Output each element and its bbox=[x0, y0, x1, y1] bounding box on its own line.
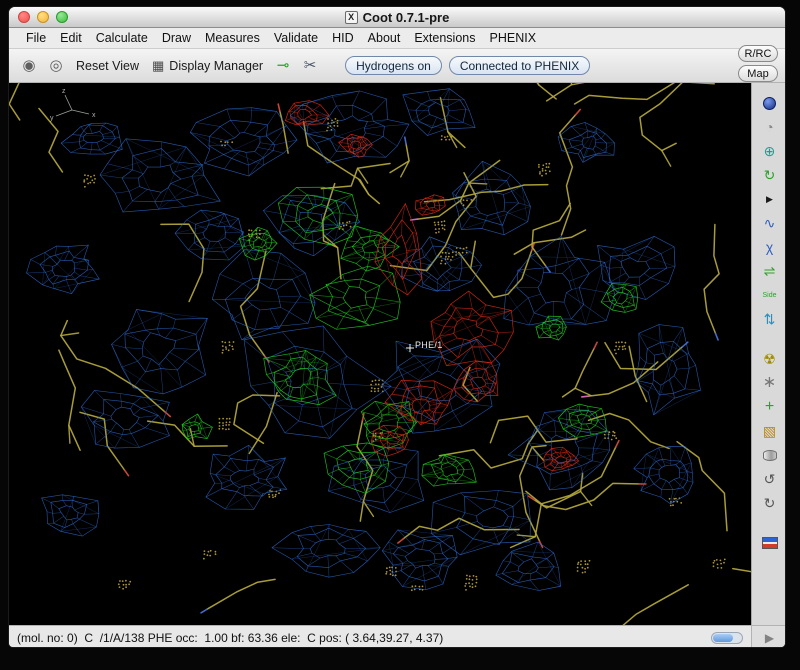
menu-item-phenix[interactable]: PHENIX bbox=[483, 28, 544, 48]
picked-atom-label: PHE/1 bbox=[415, 340, 443, 350]
radiation-damage-icon[interactable]: ☢ bbox=[755, 347, 785, 371]
menu-item-file[interactable]: File bbox=[19, 28, 53, 48]
menu-item-calculate[interactable]: Calculate bbox=[89, 28, 155, 48]
menu-item-hid[interactable]: HID bbox=[325, 28, 361, 48]
display-manager-icon: ▦ bbox=[152, 58, 164, 74]
toolbar-separator bbox=[752, 331, 786, 347]
window-title: Coot 0.7.1-pre bbox=[363, 10, 450, 25]
toolbar-overflow-button[interactable]: ▶ bbox=[765, 632, 774, 644]
modelling-toolbar: ◔⊕↻▶∿χ⇌Side⇅☢∗+▧↺↻ bbox=[751, 83, 786, 625]
corner-panel: ▶ bbox=[751, 625, 786, 648]
menu-item-draw[interactable]: Draw bbox=[155, 28, 198, 48]
title-wrap: X Coot 0.7.1-pre bbox=[345, 10, 450, 25]
scissors-icon[interactable]: ✂ bbox=[300, 56, 320, 76]
phenix-connection-button[interactable]: Connected to PHENIX bbox=[449, 56, 590, 75]
main-toolbar: ◉◎ Reset View ▦ Display Manager ⊸✂ Hydro… bbox=[9, 49, 785, 83]
zoom-button[interactable] bbox=[56, 11, 68, 23]
torsion-general-icon[interactable]: χ bbox=[755, 235, 785, 259]
display-manager-button[interactable]: ▦ Display Manager bbox=[149, 58, 266, 74]
display-manager-label: Display Manager bbox=[169, 59, 263, 73]
phenix-connection-label: Connected to PHENIX bbox=[460, 59, 579, 73]
delete-item-icon[interactable] bbox=[755, 443, 785, 467]
side-chain-180-icon[interactable]: Side bbox=[755, 283, 785, 307]
density-map-scene: x y z bbox=[9, 83, 751, 625]
add-terminal-residue-icon[interactable]: + bbox=[755, 395, 785, 419]
tool-icon-group: ⊸✂ bbox=[273, 56, 320, 76]
menu-item-validate[interactable]: Validate bbox=[267, 28, 325, 48]
redo-icon[interactable]: ↻ bbox=[755, 491, 785, 515]
menu-item-extensions[interactable]: Extensions bbox=[407, 28, 482, 48]
flip-peptide-icon[interactable]: ⇌ bbox=[755, 259, 785, 283]
close-button[interactable] bbox=[18, 11, 30, 23]
menu-item-edit[interactable]: Edit bbox=[53, 28, 89, 48]
statusbar: (mol. no: 0) C /1/A/138 PHE occ: 1.00 bf… bbox=[9, 625, 751, 648]
map-button[interactable]: Map bbox=[738, 65, 778, 82]
svg-text:z: z bbox=[62, 88, 66, 95]
regularize-zone-icon[interactable]: ◔ bbox=[755, 115, 785, 139]
window-controls bbox=[18, 7, 68, 27]
rigid-body-fit-icon[interactable]: ⊕ bbox=[755, 139, 785, 163]
svg-text:x: x bbox=[92, 112, 96, 119]
view-icon-group: ◉◎ bbox=[19, 56, 66, 76]
add-alt-conf-icon[interactable]: ▧ bbox=[755, 419, 785, 443]
molecular-viewport[interactable]: x y z PHE/1 bbox=[9, 83, 751, 625]
coot-window: X Coot 0.7.1-pre FileEditCalculateDrawMe… bbox=[8, 6, 786, 648]
status-text: (mol. no: 0) C /1/A/138 PHE occ: 1.00 bf… bbox=[17, 631, 443, 645]
rrc-button[interactable]: R/RC bbox=[738, 45, 778, 62]
menu-item-measures[interactable]: Measures bbox=[198, 28, 267, 48]
scrollbar-thumb[interactable] bbox=[713, 634, 733, 642]
minimize-button[interactable] bbox=[37, 11, 49, 23]
ligand-builder-icon[interactable] bbox=[755, 531, 785, 555]
x11-app-icon: X bbox=[345, 11, 358, 24]
rotate-translate-zone-icon[interactable]: ↻ bbox=[755, 163, 785, 187]
menu-item-about[interactable]: About bbox=[361, 28, 408, 48]
go-to-atom-icon[interactable]: ⊸ bbox=[273, 56, 293, 76]
mutate-and-autofit-icon[interactable]: ⇅ bbox=[755, 307, 785, 331]
svg-text:y: y bbox=[50, 115, 54, 122]
edit-chi-angles-icon[interactable]: ∿ bbox=[755, 211, 785, 235]
horizontal-scrollbar[interactable] bbox=[711, 632, 743, 644]
rock-view-icon[interactable]: ◎ bbox=[46, 56, 66, 76]
hydrogens-toggle-button[interactable]: Hydrogens on bbox=[345, 56, 442, 75]
reset-view-label: Reset View bbox=[76, 59, 139, 73]
undo-icon[interactable]: ↺ bbox=[755, 467, 785, 491]
spin-view-icon[interactable]: ◉ bbox=[19, 56, 39, 76]
reset-view-button[interactable]: Reset View bbox=[73, 59, 142, 73]
hydrogens-label: Hydrogens on bbox=[356, 59, 431, 73]
menubar: FileEditCalculateDrawMeasuresValidateHID… bbox=[9, 28, 785, 49]
rotamers-icon[interactable]: ▶ bbox=[755, 187, 785, 211]
toolbar-separator bbox=[752, 515, 786, 531]
real-space-refine-icon[interactable] bbox=[755, 91, 785, 115]
find-waters-icon[interactable]: ∗ bbox=[755, 371, 785, 395]
titlebar[interactable]: X Coot 0.7.1-pre bbox=[9, 7, 785, 28]
